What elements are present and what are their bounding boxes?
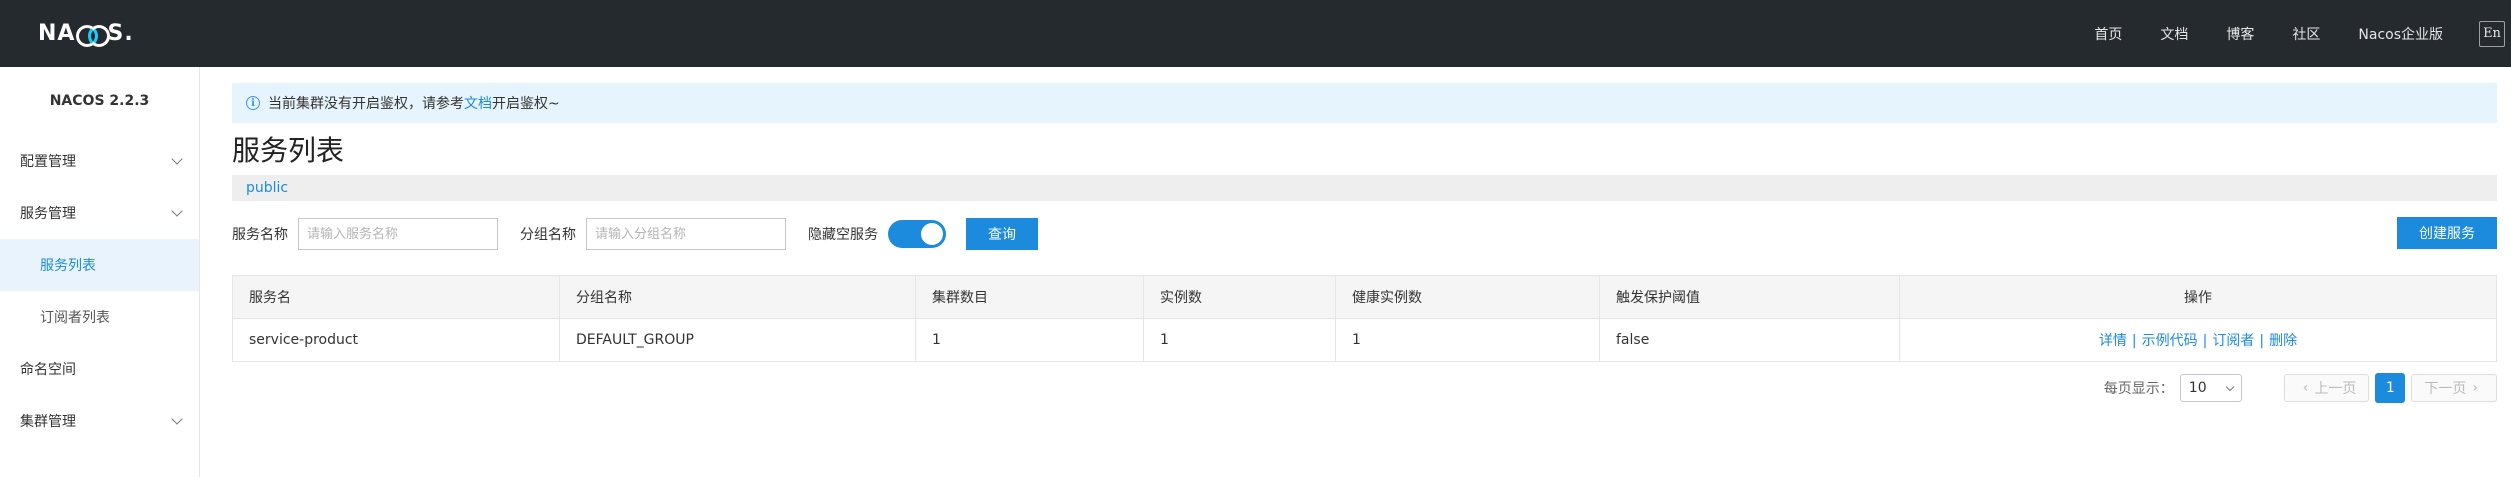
cell-healthy-count: 1	[1335, 318, 1600, 362]
prev-page-button[interactable]: ‹ 上一页	[2283, 374, 2370, 402]
cell-service-name: service-product	[232, 318, 560, 362]
info-icon: i	[246, 96, 260, 110]
namespace-public[interactable]: public	[246, 180, 288, 196]
col-cluster-count: 集群数目	[915, 275, 1144, 319]
filter-bar: 服务名称 分组名称 隐藏空服务 查询 创建服务	[232, 217, 2497, 251]
next-page-button[interactable]: 下一页 ›	[2411, 374, 2497, 402]
group-name-input[interactable]	[586, 218, 786, 250]
create-service-button[interactable]: 创建服务	[2397, 217, 2497, 249]
col-service-name: 服务名	[232, 275, 560, 319]
cell-operations: 详情 | 示例代码 | 订阅者 | 删除	[1899, 318, 2497, 362]
cell-group-name: DEFAULT_GROUP	[559, 318, 916, 362]
delete-link[interactable]: 删除	[2269, 333, 2297, 349]
details-link[interactable]: 详情	[2099, 333, 2127, 349]
chevron-down-icon	[171, 153, 183, 165]
hide-empty-toggle[interactable]	[888, 220, 946, 248]
namespace-bar: public	[232, 175, 2497, 201]
chevron-left-icon: ‹	[2302, 380, 2309, 396]
service-name-label: 服务名称	[232, 227, 288, 243]
toggle-knob	[921, 223, 943, 245]
sidebar-item-service-list[interactable]: 服务列表	[0, 239, 199, 291]
cell-threshold: false	[1599, 318, 1900, 362]
subscribers-link[interactable]: 订阅者	[2212, 333, 2254, 349]
chevron-down-icon	[171, 205, 183, 217]
pagination: 每页显示： 10 ‹ 上一页 1 下一页 ›	[2104, 372, 2497, 404]
col-group-name: 分组名称	[559, 275, 916, 319]
top-nav: 首页 文档 博客 社区 Nacos企业版 En	[2094, 0, 2511, 67]
prev-page-label: 上一页	[2314, 381, 2357, 397]
top-navbar: NA S. 首页 文档 博客 社区 Nacos企业版 En	[0, 0, 2511, 67]
sidebar-item-label: 集群管理	[20, 414, 76, 430]
main-content: i 当前集群没有开启鉴权，请参考 文档 开启鉴权~ 服务列表 public 服务…	[232, 67, 2497, 477]
chevron-right-icon: ›	[2472, 380, 2478, 396]
col-instance-count: 实例数	[1143, 275, 1336, 319]
sidebar-item-subscriber-list[interactable]: 订阅者列表	[0, 291, 199, 343]
nav-docs[interactable]: 文档	[2160, 24, 2188, 44]
sample-code-link[interactable]: 示例代码	[2142, 333, 2198, 349]
table-header-row: 服务名 分组名称 集群数目 实例数 健康实例数 触发保护阈值 操作	[232, 275, 2497, 319]
logo-mark	[76, 24, 111, 47]
sidebar: NACOS 2.2.3 配置管理 服务管理 服务列表 订阅者列表 命名空间 集群…	[0, 67, 200, 477]
separator: |	[2202, 333, 2208, 349]
page-size-value: 10	[2188, 380, 2207, 396]
sidebar-item-service-management[interactable]: 服务管理	[0, 187, 199, 239]
version-label: NACOS 2.2.3	[49, 93, 150, 109]
auth-alert: i 当前集群没有开启鉴权，请参考 文档 开启鉴权~	[232, 83, 2497, 123]
sidebar-item-label: 配置管理	[20, 154, 76, 170]
cell-instance-count: 1	[1143, 318, 1336, 362]
page-1-button[interactable]: 1	[2375, 373, 2406, 403]
service-name-input[interactable]	[298, 218, 498, 250]
sidebar-item-cluster[interactable]: 集群管理	[0, 395, 199, 447]
per-page-label: 每页显示：	[2103, 381, 2174, 397]
docs-link[interactable]: 文档	[464, 93, 492, 113]
language-switch-button[interactable]: En	[2479, 20, 2505, 47]
table-row: service-product DEFAULT_GROUP 1 1 1 fals…	[232, 318, 2497, 362]
nav-blog[interactable]: 博客	[2226, 24, 2254, 44]
sidebar-item-label: 服务列表	[40, 258, 96, 274]
search-button[interactable]: 查询	[966, 218, 1038, 250]
sidebar-item-label: 订阅者列表	[40, 310, 110, 326]
hide-empty-label: 隐藏空服务	[808, 227, 878, 243]
group-name-label: 分组名称	[520, 227, 576, 243]
nacos-logo[interactable]: NA S.	[38, 18, 134, 48]
page-size-select[interactable]: 10	[2179, 374, 2242, 402]
col-operations: 操作	[1899, 275, 2497, 319]
cell-cluster-count: 1	[915, 318, 1144, 362]
nav-home[interactable]: 首页	[2094, 24, 2122, 44]
page-title: 服务列表	[232, 134, 345, 167]
sidebar-item-label: 服务管理	[20, 206, 76, 222]
next-page-label: 下一页	[2424, 381, 2467, 397]
nav-community[interactable]: 社区	[2292, 24, 2320, 44]
col-healthy-count: 健康实例数	[1335, 275, 1600, 319]
separator: |	[2259, 333, 2265, 349]
nav-enterprise[interactable]: Nacos企业版	[2358, 24, 2443, 44]
sidebar-item-label: 命名空间	[20, 362, 76, 378]
sidebar-item-config[interactable]: 配置管理	[0, 135, 199, 187]
chevron-down-icon	[171, 413, 183, 425]
chevron-down-icon	[2225, 382, 2235, 391]
alert-text-suffix: 开启鉴权~	[492, 96, 560, 112]
alert-text: 当前集群没有开启鉴权，请参考	[268, 96, 464, 112]
service-table: 服务名 分组名称 集群数目 实例数 健康实例数 触发保护阈值 操作 servic…	[232, 275, 2497, 362]
separator: |	[2131, 333, 2137, 349]
sidebar-item-namespace[interactable]: 命名空间	[0, 343, 199, 395]
col-threshold: 触发保护阈值	[1599, 275, 1900, 319]
